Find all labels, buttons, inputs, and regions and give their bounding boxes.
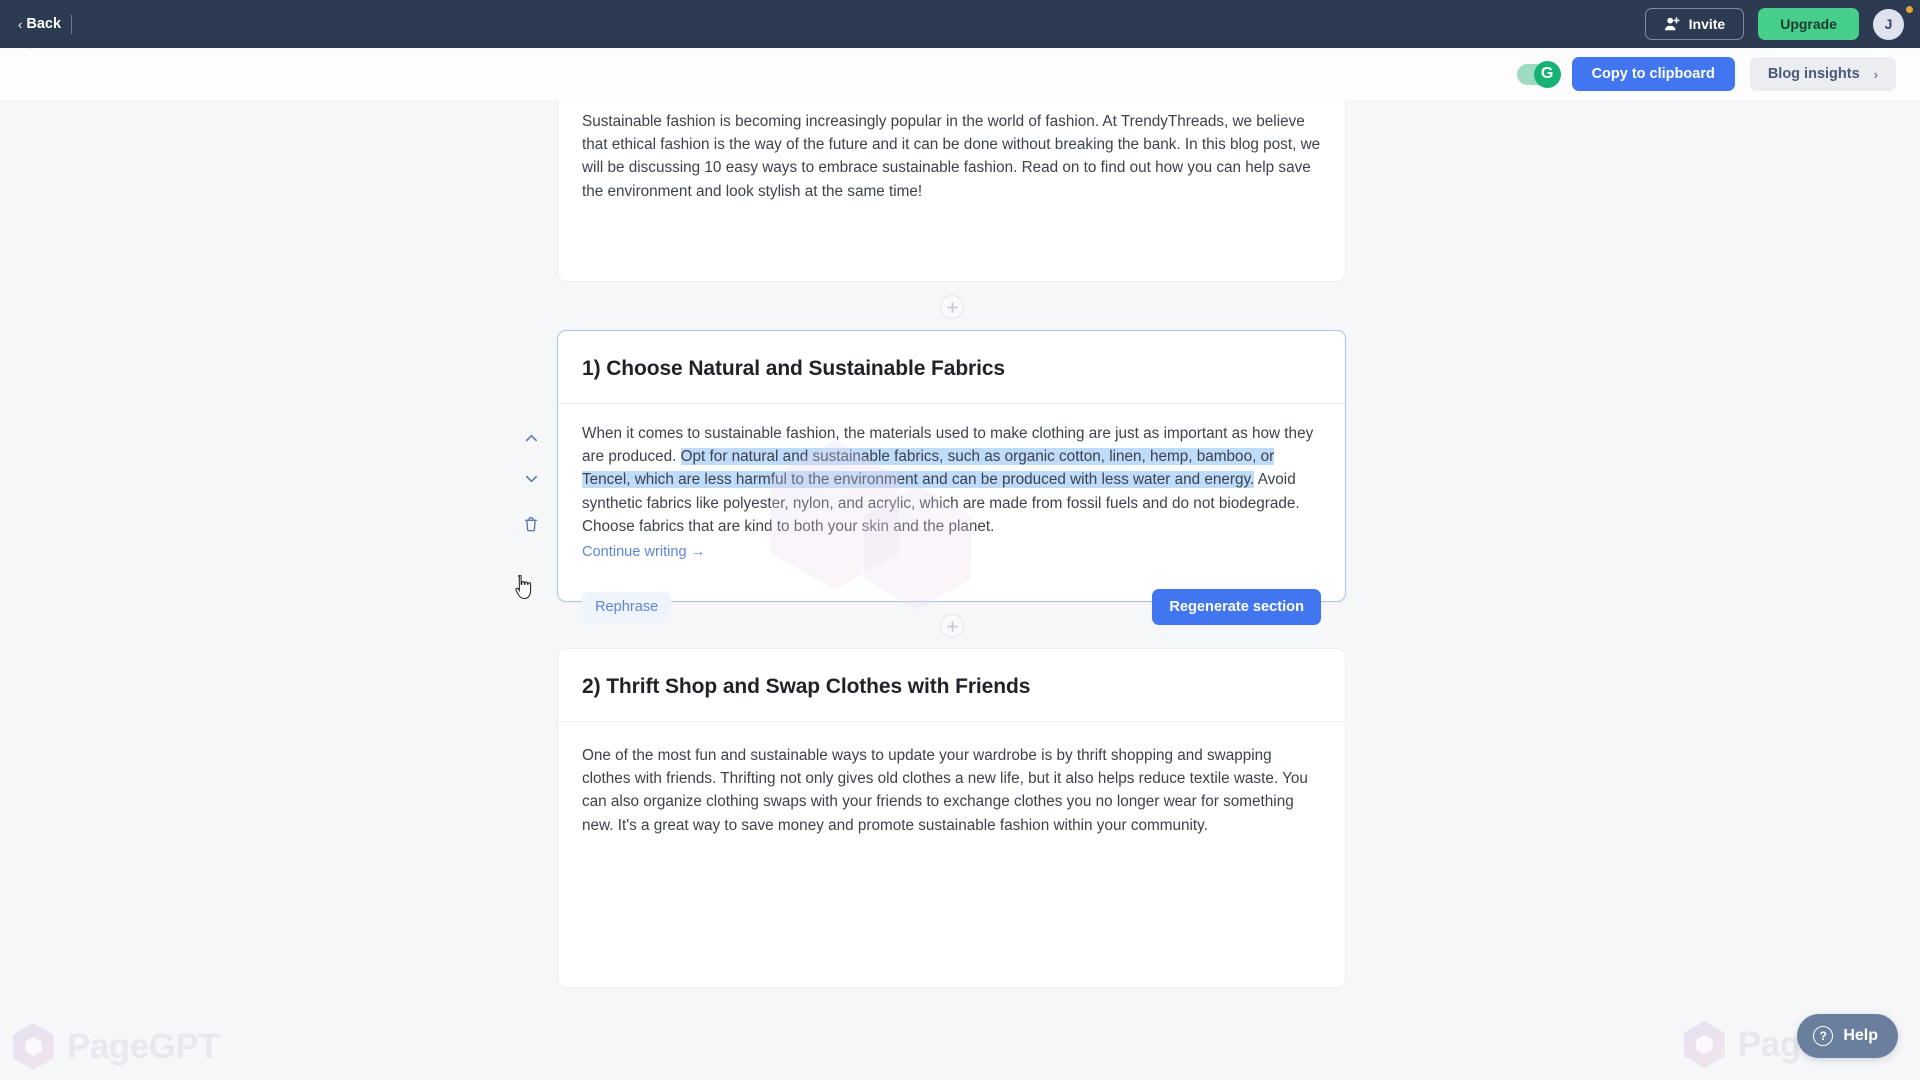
section-card-intro[interactable]: Sustainable fashion is becoming increasi… [557, 100, 1346, 282]
regenerate-section-button[interactable]: Regenerate section [1152, 589, 1321, 626]
delete-section-button[interactable] [518, 511, 544, 537]
grammarly-toggle[interactable]: G [1516, 60, 1561, 88]
section-intro-paragraph: Sustainable fashion is becoming increasi… [582, 113, 1321, 200]
blog-insights-label: Blog insights [1767, 66, 1860, 82]
upgrade-button[interactable]: Upgrade [1758, 8, 1859, 40]
section-1-body[interactable]: When it comes to sustainable fashion, th… [558, 404, 1345, 561]
section-card-1[interactable]: 1) Choose Natural and Sustainable Fabric… [557, 330, 1346, 626]
move-section-down-button[interactable] [518, 465, 544, 491]
person-add-icon [1664, 16, 1680, 32]
grammarly-g-icon: G [1533, 60, 1561, 88]
section-2-body[interactable]: One of the most fun and sustainable ways… [558, 722, 1345, 837]
header-divider [71, 14, 73, 34]
section-intro-body[interactable]: Sustainable fashion is becoming increasi… [558, 100, 1345, 203]
section-2-head: 2) Thrift Shop and Swap Clothes with Fri… [558, 649, 1345, 722]
selected-text-highlight: Opt for natural and sustainable fabrics,… [582, 448, 1275, 489]
section-1-action-rail [518, 425, 544, 537]
help-button[interactable]: ? Help [1797, 1014, 1898, 1058]
help-button-label: Help [1843, 1027, 1878, 1044]
invite-button[interactable]: Invite [1644, 8, 1745, 40]
add-section-button-1[interactable] [940, 295, 964, 319]
rephrase-button[interactable]: Rephrase [582, 591, 672, 623]
top-header-bar: ‹ Back Invite Upgrade J [0, 0, 1920, 48]
move-section-up-button[interactable] [518, 425, 544, 451]
copy-to-clipboard-button[interactable]: Copy to clipboard [1571, 57, 1735, 91]
section-card-2[interactable]: 2) Thrift Shop and Swap Clothes with Fri… [557, 648, 1346, 988]
header-right-group: Invite Upgrade J [1644, 8, 1920, 40]
continue-writing-link[interactable]: Continue writing → [582, 544, 705, 560]
section-1-head: 1) Choose Natural and Sustainable Fabric… [558, 331, 1345, 404]
back-button-label: Back [26, 16, 62, 32]
add-section-button-2[interactable] [940, 614, 964, 638]
chevron-right-icon: › [1873, 66, 1878, 82]
back-button[interactable]: ‹ Back [18, 16, 61, 32]
question-mark-icon: ? [1813, 1026, 1834, 1046]
section-1-heading: 1) Choose Natural and Sustainable Fabric… [582, 357, 1006, 380]
chevron-left-icon: ‹ [18, 16, 23, 32]
invite-button-label: Invite [1688, 16, 1726, 32]
section-2-paragraph: One of the most fun and sustainable ways… [582, 747, 1308, 834]
blog-insights-button[interactable]: Blog insights › [1749, 57, 1896, 91]
document-canvas[interactable]: Sustainable fashion is becoming increasi… [0, 100, 1920, 1080]
section-1-paragraph: When it comes to sustainable fashion, th… [582, 422, 1321, 538]
section-2-heading: 2) Thrift Shop and Swap Clothes with Fri… [582, 675, 1031, 698]
avatar[interactable]: J [1873, 8, 1904, 40]
header-left-group: ‹ Back [0, 14, 73, 34]
document-toolbar: G Copy to clipboard Blog insights › [0, 48, 1920, 100]
notification-dot [1906, 6, 1913, 13]
